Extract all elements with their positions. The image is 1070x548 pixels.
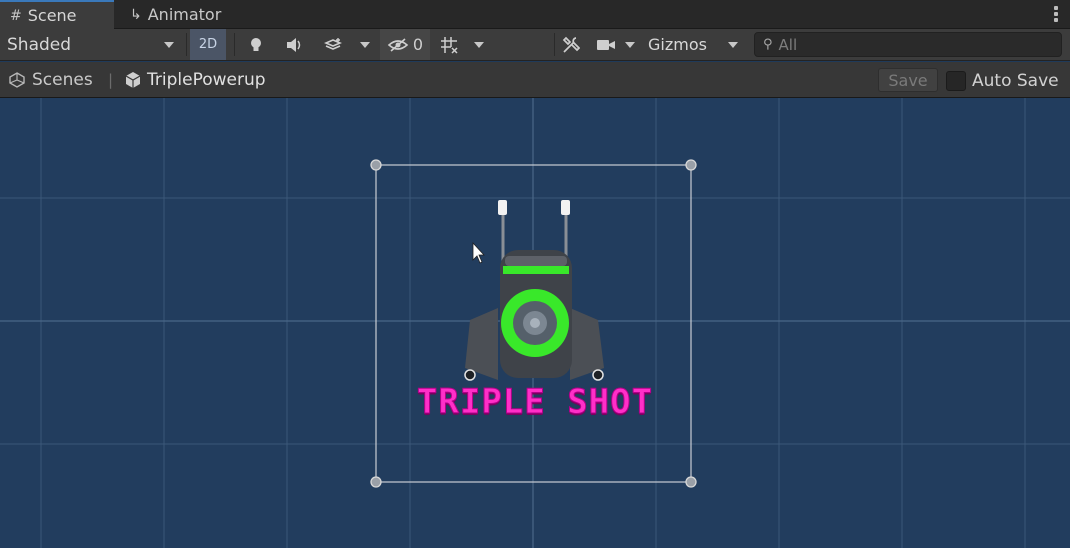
effects-dropdown[interactable] <box>354 29 376 60</box>
gizmos-dropdown[interactable]: Gizmos <box>644 29 746 60</box>
audio-toggle-button[interactable] <box>280 29 308 60</box>
grid-dropdown[interactable] <box>468 29 490 60</box>
breadcrumb-prefab-label: TriplePowerup <box>147 70 266 90</box>
scene-visibility-toggle[interactable]: 0 <box>380 29 430 60</box>
camera-icon <box>597 39 615 50</box>
chevron-down-icon <box>474 41 484 48</box>
prefab-breadcrumb-bar: Scenes | TriplePowerup Save Auto Save <box>0 62 1070 98</box>
breadcrumb-scenes[interactable]: Scenes <box>8 62 93 98</box>
breadcrumb-separator: | <box>108 71 114 89</box>
tab-scene[interactable]: # Scene <box>0 0 114 29</box>
breadcrumb-scenes-label: Scenes <box>32 70 93 90</box>
animator-icon: ↳ <box>130 6 142 23</box>
toggle-2d-label: 2D <box>198 37 218 52</box>
scene-viewport[interactable]: TRIPLE SHOT <box>0 98 1070 548</box>
toggle-2d-button[interactable]: 2D <box>190 29 226 60</box>
speaker-icon <box>287 37 301 52</box>
camera-dropdown[interactable] <box>620 29 640 60</box>
scene-search-input[interactable]: ⚲ All <box>754 32 1062 57</box>
chevron-down-icon <box>360 41 370 48</box>
search-placeholder: All <box>778 35 798 54</box>
chevron-down-icon <box>164 42 174 48</box>
autosave-label: Auto Save <box>972 71 1059 91</box>
grid-snapping-button[interactable] <box>436 29 462 60</box>
lighting-toggle-button[interactable] <box>242 29 270 60</box>
breadcrumb-prefab[interactable]: TriplePowerup <box>124 62 266 98</box>
lightbulb-icon <box>251 37 261 51</box>
save-button[interactable]: Save <box>878 68 938 92</box>
autosave-toggle[interactable]: Auto Save <box>946 69 1059 93</box>
layers-effects-icon <box>324 37 342 50</box>
gizmos-label: Gizmos <box>648 35 707 54</box>
tools-button[interactable] <box>558 29 584 60</box>
shading-mode-label: Shaded <box>7 34 72 55</box>
tab-animator[interactable]: ↳ Animator <box>130 0 221 29</box>
grid-snap-icon <box>441 36 458 54</box>
chevron-down-icon <box>625 41 635 48</box>
scene-toolbar: Shaded 2D 0 Gizmos ⚲ All <box>0 29 1070 61</box>
toolbar-divider <box>554 33 555 56</box>
prefab-cube-icon <box>125 72 141 88</box>
camera-button[interactable] <box>592 29 620 60</box>
effects-toggle-button[interactable] <box>318 29 348 60</box>
toolbar-divider <box>186 33 187 56</box>
eye-hidden-icon <box>387 37 409 52</box>
chevron-down-icon <box>728 42 738 48</box>
window-tab-bar: # Scene ↳ Animator <box>0 0 1070 29</box>
tab-animator-label: Animator <box>147 5 222 24</box>
hidden-count: 0 <box>412 35 424 54</box>
autosave-checkbox[interactable] <box>946 71 966 91</box>
grid-icon: # <box>10 7 22 24</box>
sprite-title-text: TRIPLE SHOT <box>416 382 654 423</box>
triple-shot-sprite[interactable] <box>0 98 1070 548</box>
more-options-icon[interactable] <box>1054 6 1058 22</box>
save-button-label: Save <box>888 70 928 90</box>
tools-icon <box>562 36 580 53</box>
tab-scene-label: Scene <box>27 6 77 25</box>
search-icon: ⚲ <box>763 37 773 52</box>
toolbar-divider <box>234 33 235 56</box>
unity-icon <box>9 72 25 88</box>
shading-mode-dropdown[interactable]: Shaded <box>0 29 182 60</box>
